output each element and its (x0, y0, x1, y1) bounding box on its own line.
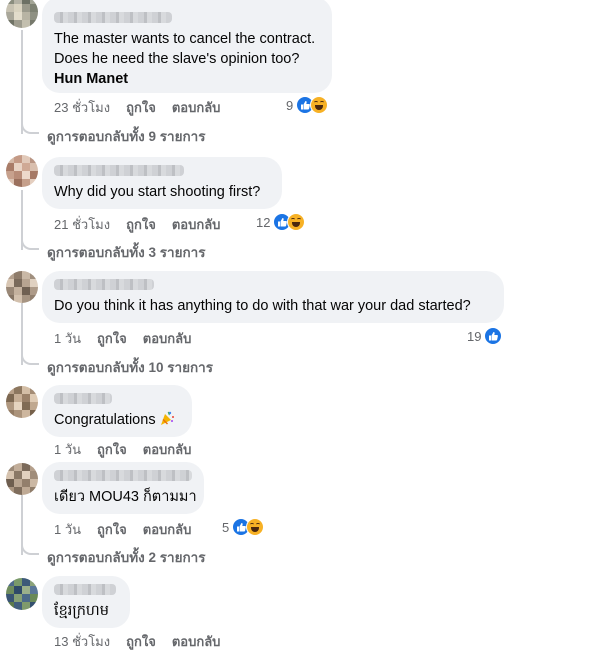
reply-button[interactable]: ตอบกลับ (143, 519, 192, 540)
reply-button[interactable]: ตอบกลับ (143, 439, 192, 460)
reaction-summary[interactable]: 19 (467, 327, 503, 345)
thread-branch (21, 236, 39, 250)
comment-bubble: Why did you start shooting first? (42, 157, 282, 209)
commenter-name-blurred[interactable] (54, 584, 116, 595)
view-replies-link[interactable]: ดูการตอบกลับทั้ง 2 รายการ (47, 546, 205, 568)
like-button[interactable]: ถูกใจ (126, 214, 156, 235)
comment-text-line: Do you think it has anything to do with … (54, 298, 471, 314)
haha-icon (310, 96, 329, 114)
reaction-count: 9 (286, 97, 294, 113)
comment-timestamp[interactable]: 1 วัน (54, 328, 81, 349)
reaction-summary[interactable]: 5 (222, 518, 265, 536)
comment-text-line: Why did you start shooting first? (54, 184, 261, 200)
comment-timestamp[interactable]: 21 ชั่วโมง (54, 214, 110, 235)
view-replies-link[interactable]: ดูการตอบกลับทั้ง 3 รายการ (47, 241, 205, 263)
comment-bubble: The master wants to cancel the contract.… (42, 0, 332, 93)
avatar[interactable] (6, 271, 38, 303)
comment-actions: 1 วัน ถูกใจ ตอบกลับ (54, 328, 191, 349)
commenter-name-blurred[interactable] (54, 470, 192, 481)
comment-bubble: Congratulations (42, 385, 192, 437)
comment-actions: 13 ชั่วโมง ถูกใจ ตอบกลับ (54, 631, 220, 652)
comment-timestamp[interactable]: 1 วัน (54, 439, 81, 460)
comment-actions: 1 วัน ถูกใจ ตอบกลับ (54, 519, 191, 540)
thread-branch (21, 120, 39, 134)
reaction-count: 12 (256, 214, 271, 230)
comment-bubble: ខ្មែរក្រហម (42, 576, 130, 628)
view-replies-link[interactable]: ดูการตอบกลับทั้ง 9 รายการ (47, 125, 205, 147)
comment-bubble: Do you think it has anything to do with … (42, 271, 504, 323)
comment-timestamp[interactable]: 1 วัน (54, 519, 81, 540)
avatar[interactable] (6, 578, 38, 610)
commenter-name-blurred[interactable] (54, 393, 112, 404)
like-button[interactable]: ถูกใจ (97, 519, 127, 540)
comment-bubble: เดียว MOU43 ก็ตามมา (42, 462, 204, 514)
thread-line (21, 30, 23, 134)
avatar[interactable] (6, 0, 38, 28)
comment-actions: 21 ชั่วโมง ถูกใจ ตอบกลับ (54, 214, 220, 235)
like-button[interactable]: ถูกใจ (126, 631, 156, 652)
comment-actions: 1 วัน ถูกใจ ตอบกลับ (54, 439, 191, 460)
reply-button[interactable]: ตอบกลับ (143, 328, 192, 349)
like-button[interactable]: ถูกใจ (126, 97, 156, 118)
like-button[interactable]: ถูกใจ (97, 439, 127, 460)
haha-icon (246, 518, 265, 536)
commenter-name-blurred[interactable] (54, 12, 172, 23)
comment-text-line: The master wants to cancel the contract. (54, 31, 316, 47)
avatar[interactable] (6, 386, 38, 418)
comment-timestamp[interactable]: 23 ชั่วโมง (54, 97, 110, 118)
reaction-count: 19 (467, 328, 482, 344)
reaction-summary[interactable]: 12 (256, 213, 306, 231)
commenter-name-blurred[interactable] (54, 165, 184, 176)
thread-branch (21, 541, 39, 555)
avatar[interactable] (6, 463, 38, 495)
comment-text-line: ខ្មែរក្រហម (54, 603, 109, 619)
comment-text-line: Does he need the slave's opinion too? (54, 51, 300, 67)
comment-text-line: Congratulations (54, 410, 180, 430)
reaction-summary[interactable]: 9 (286, 96, 329, 114)
like-button[interactable]: ถูกใจ (97, 328, 127, 349)
commenter-name-blurred[interactable] (54, 279, 154, 290)
reaction-count: 5 (222, 519, 230, 535)
reply-button[interactable]: ตอบกลับ (172, 97, 221, 118)
party-popper-icon (159, 410, 175, 426)
comment-actions: 23 ชั่วโมง ถูกใจ ตอบกลับ (54, 97, 220, 118)
comment-text-bold: Hun Manet (54, 71, 129, 87)
comment-text-line: เดียว MOU43 ก็ตามมา (54, 489, 197, 505)
comment-timestamp[interactable]: 13 ชั่วโมง (54, 631, 110, 652)
reply-button[interactable]: ตอบกลับ (172, 631, 221, 652)
avatar[interactable] (6, 155, 38, 187)
reply-button[interactable]: ตอบกลับ (172, 214, 221, 235)
thread-branch (21, 351, 39, 365)
haha-icon (287, 213, 306, 231)
like-icon (484, 327, 503, 345)
view-replies-link[interactable]: ดูการตอบกลับทั้ง 10 รายการ (47, 356, 213, 378)
